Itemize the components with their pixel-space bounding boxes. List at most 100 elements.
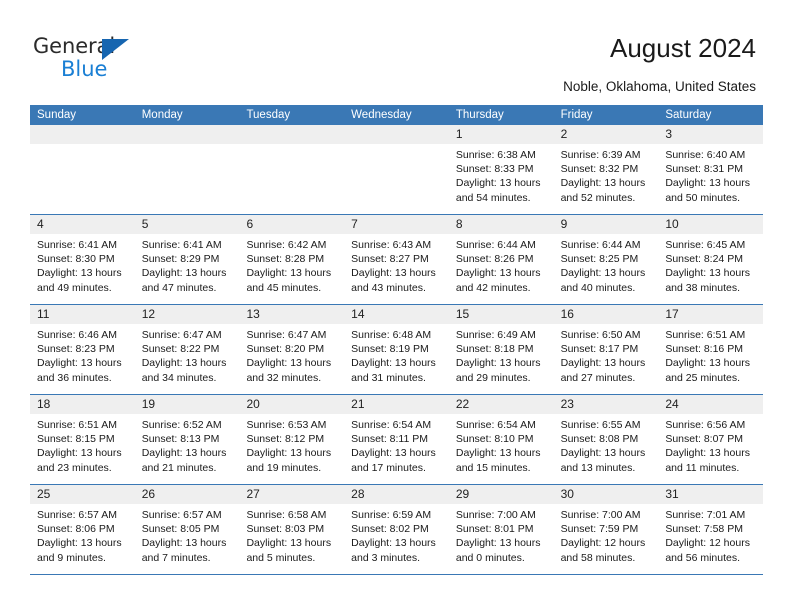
calendar-day-cell[interactable]: 28 Sunrise: 6:59 AM Sunset: 8:02 PM Dayligh…	[344, 485, 449, 574]
calendar-day-cell[interactable]: 19 Sunrise: 6:52 AM Sunset: 8:13 PM Dayligh…	[134, 395, 240, 484]
sunrise-time: Sunrise: 6:52 AM	[141, 419, 222, 431]
daylight-duration-line1: Daylight: 13 hours	[665, 357, 750, 370]
day-details: Sunrise: 6:57 AM Sunset: 8:06 PM Daylight:…	[30, 504, 135, 565]
sunset-time: Sunset: 8:10 PM	[455, 433, 534, 446]
day-number-band: 3	[658, 125, 764, 144]
sunset-time: Sunset: 8:13 PM	[141, 433, 220, 446]
daylight-duration-line2: and 25 minutes.	[665, 371, 741, 384]
daylight-duration-line1: Daylight: 12 hours	[560, 537, 646, 550]
sunset-time: Sunset: 8:23 PM	[37, 343, 115, 356]
daylight-duration-line2: and 49 minutes.	[37, 281, 112, 294]
calendar-day-cell[interactable]: 26 Sunrise: 6:57 AM Sunset: 8:05 PM Dayligh…	[134, 485, 240, 574]
calendar-day-cell[interactable]: 10 Sunrise: 6:45 AM Sunset: 8:24 PM Dayligh…	[658, 215, 764, 304]
calendar-day-cell[interactable]: 3 Sunrise: 6:40 AM Sunset: 8:31 PM Daylight…	[658, 125, 764, 214]
calendar-day-cell[interactable]: 18 Sunrise: 6:51 AM Sunset: 8:15 PM Dayligh…	[30, 395, 135, 484]
calendar-day-cell[interactable]: 14 Sunrise: 6:48 AM Sunset: 8:19 PM Dayligh…	[344, 305, 449, 394]
day-number-band: 8	[448, 215, 554, 234]
calendar-day-cell[interactable]: 30 Sunrise: 7:00 AM Sunset: 7:59 PM Dayligh…	[553, 485, 659, 574]
day-details: Sunrise: 6:51 AM Sunset: 8:16 PM Daylight:…	[658, 324, 763, 385]
calendar-day-cell[interactable]: 12 Sunrise: 6:47 AM Sunset: 8:22 PM Dayligh…	[134, 305, 240, 394]
day-number: 30	[560, 487, 574, 501]
daylight-duration-line1: Daylight: 13 hours	[455, 537, 541, 550]
day-details: Sunrise: 6:38 AM Sunset: 8:33 PM Daylight:…	[449, 144, 554, 205]
calendar-day-cell[interactable]: 22 Sunrise: 6:54 AM Sunset: 8:10 PM Dayligh…	[448, 395, 554, 484]
calendar-day-cell[interactable]: 24 Sunrise: 6:56 AM Sunset: 8:07 PM Dayligh…	[658, 395, 764, 484]
sunrise-time: Sunrise: 6:41 AM	[141, 239, 222, 251]
calendar-day-cell[interactable]: 1 Sunrise: 6:38 AM Sunset: 8:33 PM Daylight…	[448, 125, 554, 214]
sunset-time: Sunset: 8:16 PM	[665, 343, 743, 356]
day-number: 25	[37, 487, 51, 501]
calendar-day-cell[interactable]: 8 Sunrise: 6:44 AM Sunset: 8:26 PM Daylight…	[448, 215, 554, 304]
daylight-duration-line1: Daylight: 13 hours	[141, 357, 227, 370]
daylight-duration-line2: and 13 minutes.	[560, 461, 636, 474]
calendar-day-cell[interactable]: 21 Sunrise: 6:54 AM Sunset: 8:11 PM Dayligh…	[344, 395, 449, 484]
day-number: 28	[351, 487, 365, 501]
day-number-band	[239, 125, 345, 144]
sunset-time: Sunset: 8:17 PM	[560, 343, 639, 356]
calendar-day-cell[interactable]: 23 Sunrise: 6:55 AM Sunset: 8:08 PM Dayligh…	[553, 395, 659, 484]
calendar-day-cell[interactable]: 15 Sunrise: 6:49 AM Sunset: 8:18 PM Dayligh…	[448, 305, 554, 394]
day-number-band: 17	[658, 305, 764, 324]
calendar-day-cell[interactable]: 31 Sunrise: 7:01 AM Sunset: 7:58 PM Dayligh…	[658, 485, 764, 574]
sunset-time: Sunset: 8:24 PM	[665, 253, 743, 266]
daylight-duration-line2: and 11 minutes.	[665, 461, 740, 474]
calendar-day-cell[interactable]: 25 Sunrise: 6:57 AM Sunset: 8:06 PM Dayligh…	[30, 485, 135, 574]
calendar-day-cell[interactable]: 16 Sunrise: 6:50 AM Sunset: 8:17 PM Dayligh…	[553, 305, 659, 394]
daylight-duration-line2: and 52 minutes.	[560, 191, 636, 204]
day-details: Sunrise: 6:49 AM Sunset: 8:18 PM Daylight:…	[449, 324, 554, 385]
day-number-band: 15	[448, 305, 554, 324]
calendar-day-cell[interactable]: 11 Sunrise: 6:46 AM Sunset: 8:23 PM Dayligh…	[30, 305, 135, 394]
weekday-thursday: Thursday	[455, 109, 504, 121]
day-number-band: 27	[239, 485, 345, 504]
daylight-duration-line2: and 38 minutes.	[665, 281, 741, 294]
day-details: Sunrise: 6:46 AM Sunset: 8:23 PM Daylight:…	[30, 324, 135, 385]
calendar-day-cell[interactable]: 4 Sunrise: 6:41 AM Sunset: 8:30 PM Daylight…	[30, 215, 135, 304]
day-details: Sunrise: 6:44 AM Sunset: 8:25 PM Daylight:…	[554, 234, 659, 295]
sunrise-time: Sunrise: 6:57 AM	[141, 509, 222, 521]
daylight-duration-line2: and 23 minutes.	[37, 461, 112, 474]
daylight-duration-line2: and 42 minutes.	[455, 281, 531, 294]
sunrise-time: Sunrise: 6:49 AM	[455, 329, 536, 341]
calendar-day-cell[interactable]: 6 Sunrise: 6:42 AM Sunset: 8:28 PM Daylight…	[239, 215, 345, 304]
daylight-duration-line1: Daylight: 13 hours	[141, 447, 227, 460]
daylight-duration-line1: Daylight: 13 hours	[455, 447, 541, 460]
daylight-duration-line2: and 17 minutes.	[351, 461, 426, 474]
day-number-band: 2	[553, 125, 659, 144]
calendar-day-cell[interactable]: 20 Sunrise: 6:53 AM Sunset: 8:12 PM Dayligh…	[239, 395, 345, 484]
day-number: 21	[351, 397, 365, 411]
sunrise-time: Sunrise: 6:38 AM	[455, 149, 536, 161]
calendar-day-cell[interactable]: 5 Sunrise: 6:41 AM Sunset: 8:29 PM Daylight…	[134, 215, 240, 304]
day-number-band: 21	[344, 395, 449, 414]
daylight-duration-line2: and 27 minutes.	[560, 371, 636, 384]
sunset-time: Sunset: 8:31 PM	[665, 163, 743, 176]
sunset-time: Sunset: 8:05 PM	[141, 523, 220, 536]
sunset-time: Sunset: 8:02 PM	[351, 523, 429, 536]
sunrise-time: Sunrise: 6:54 AM	[351, 419, 432, 431]
brand-logo[interactable]: General Blue	[33, 34, 213, 84]
day-details: Sunrise: 6:48 AM Sunset: 8:19 PM Daylight:…	[344, 324, 449, 385]
calendar-day-cell[interactable]: 2 Sunrise: 6:39 AM Sunset: 8:32 PM Daylight…	[553, 125, 659, 214]
daylight-duration-line1: Daylight: 13 hours	[560, 267, 646, 280]
day-details: Sunrise: 6:58 AM Sunset: 8:03 PM Daylight:…	[239, 504, 344, 565]
daylight-duration-line2: and 7 minutes.	[141, 551, 211, 564]
daylight-duration-line2: and 15 minutes.	[455, 461, 531, 474]
daylight-duration-line2: and 40 minutes.	[560, 281, 636, 294]
day-number-band: 30	[553, 485, 659, 504]
sunrise-time: Sunrise: 6:40 AM	[665, 149, 746, 161]
day-details: Sunrise: 6:55 AM Sunset: 8:08 PM Daylight:…	[554, 414, 659, 475]
calendar-day-cell[interactable]: 7 Sunrise: 6:43 AM Sunset: 8:27 PM Daylight…	[344, 215, 449, 304]
day-details: Sunrise: 7:00 AM Sunset: 7:59 PM Daylight:…	[554, 504, 659, 565]
day-details: Sunrise: 6:47 AM Sunset: 8:20 PM Daylight:…	[239, 324, 344, 385]
daylight-duration-line2: and 54 minutes.	[455, 191, 531, 204]
day-number: 2	[560, 127, 568, 141]
sunset-time: Sunset: 8:03 PM	[246, 523, 325, 536]
calendar-day-cell[interactable]: 9 Sunrise: 6:44 AM Sunset: 8:25 PM Daylight…	[553, 215, 659, 304]
day-number-band: 20	[239, 395, 345, 414]
calendar-day-cell[interactable]: 17 Sunrise: 6:51 AM Sunset: 8:16 PM Dayligh…	[658, 305, 764, 394]
calendar-day-cell[interactable]: 27 Sunrise: 6:58 AM Sunset: 8:03 PM Dayligh…	[239, 485, 345, 574]
daylight-duration-line1: Daylight: 13 hours	[455, 357, 541, 370]
daylight-duration-line2: and 45 minutes.	[246, 281, 322, 294]
daylight-duration-line2: and 50 minutes.	[665, 191, 741, 204]
calendar-day-cell[interactable]: 13 Sunrise: 6:47 AM Sunset: 8:20 PM Dayligh…	[239, 305, 345, 394]
calendar-day-cell[interactable]: 29 Sunrise: 7:00 AM Sunset: 8:01 PM Dayligh…	[448, 485, 554, 574]
